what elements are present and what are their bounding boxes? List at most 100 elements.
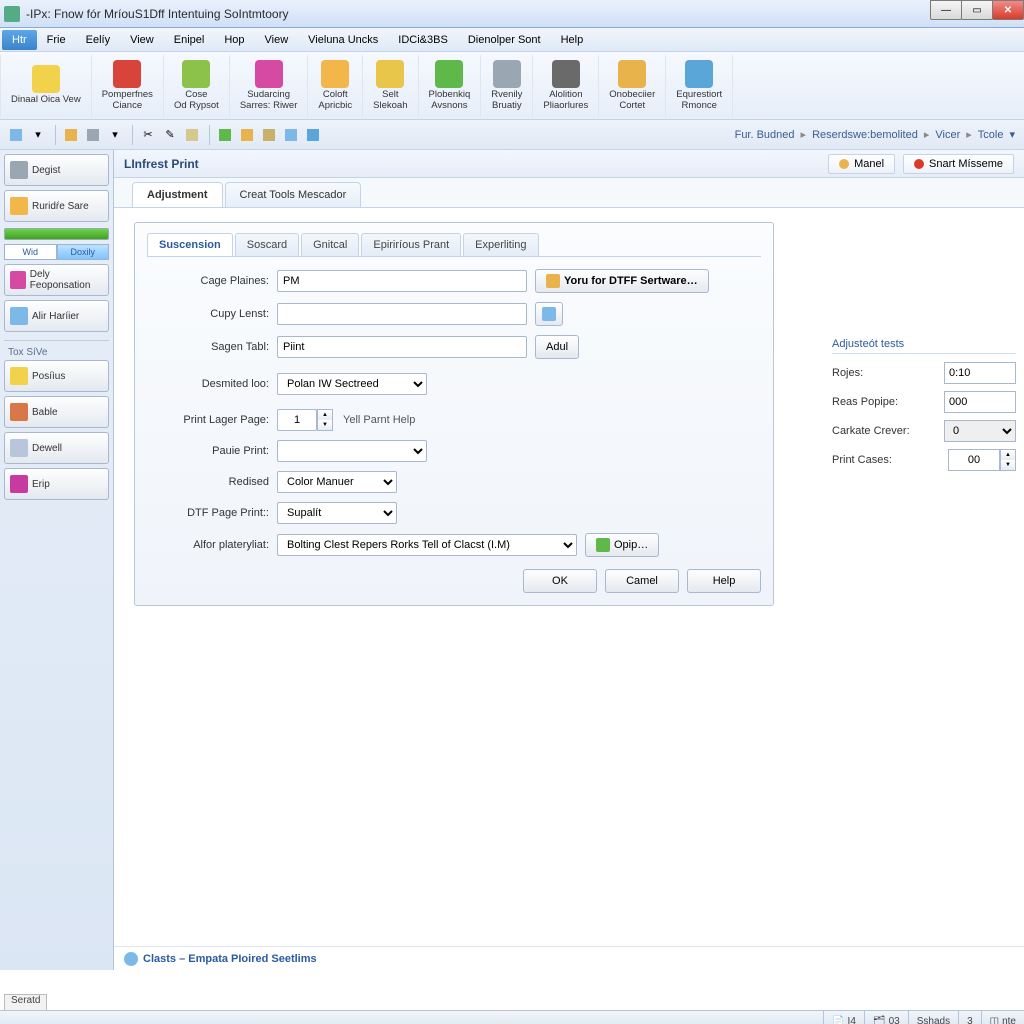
- breadcrumb-item[interactable]: Reserdswe:bemolited: [812, 129, 918, 141]
- menu-eelíy[interactable]: Eelíy: [76, 30, 120, 50]
- close-button[interactable]: ✕: [992, 0, 1024, 20]
- dtf-page-select[interactable]: Supalít: [277, 502, 397, 524]
- tab-creat-tools-mescador[interactable]: Creat Tools Mescador: [225, 182, 362, 207]
- desmited-select[interactable]: Polan IW Sectreed: [277, 373, 427, 395]
- ribbon-icon: [182, 60, 210, 88]
- page-title: LInfrest Print: [124, 157, 199, 171]
- menu-view[interactable]: View: [255, 30, 299, 50]
- add-button[interactable]: Adul: [535, 335, 579, 359]
- tb-icon-6[interactable]: [281, 125, 301, 145]
- tb-icon-4[interactable]: [182, 125, 202, 145]
- tb-icon-2[interactable]: [61, 125, 81, 145]
- statusbar-tab[interactable]: Seratd: [4, 994, 47, 1010]
- menu-hop[interactable]: Hop: [214, 30, 254, 50]
- tb-edit-icon[interactable]: ✎: [160, 125, 180, 145]
- menu-vieluna uncks[interactable]: Vieluna Uncks: [298, 30, 388, 50]
- sidebar-item-erip[interactable]: Erip: [4, 468, 109, 500]
- reas-label: Reas Popipe:: [832, 396, 944, 408]
- sidebar-item-ruridŕe-sare[interactable]: Ruridŕe Sare: [4, 190, 109, 222]
- ribbon-selt[interactable]: SeltSlekoah: [363, 55, 418, 117]
- dtff-software-button[interactable]: Yoru for DTFF Sertware…: [535, 269, 709, 293]
- ribbon-equrestiort[interactable]: EqurestiortRmonce: [666, 55, 733, 117]
- ribbon-rvenily[interactable]: RvenilyBruatiy: [481, 55, 533, 117]
- main-tabs: AdjustmentCreat Tools Mescador: [114, 178, 1024, 208]
- toggle-doxily[interactable]: Doxily: [57, 244, 110, 260]
- menu-enipel[interactable]: Enipel: [164, 30, 215, 50]
- alfor-select[interactable]: Bolting Clest Repers Rorks Tell of Clacs…: [277, 534, 577, 556]
- ribbon-dinaal-oica-vew[interactable]: Dinaal Oica Vew: [0, 55, 92, 117]
- sidebar-item-alir-haríier[interactable]: Alir Haríier: [4, 300, 109, 332]
- tb-icon-5[interactable]: [259, 125, 279, 145]
- subtab-epiriríous-prant[interactable]: Epiriríous Prant: [361, 233, 461, 256]
- tb-dropdown-icon-2[interactable]: ▾: [105, 125, 125, 145]
- ribbon-sudarcing[interactable]: SudarcingSarres: Riwer: [230, 55, 309, 117]
- sidebar-group-label: Tox SíVe: [4, 340, 109, 360]
- spin-down-icon[interactable]: ▼: [1001, 460, 1015, 470]
- spin-down-icon[interactable]: ▼: [318, 420, 332, 430]
- carkate-select[interactable]: 0: [944, 420, 1016, 442]
- menu-view[interactable]: View: [120, 30, 164, 50]
- key-icon: [546, 274, 560, 288]
- ribbon-alolition[interactable]: AlolitionPliaorlures: [533, 55, 599, 117]
- opip-button[interactable]: Opip…: [585, 533, 659, 557]
- subtab-gnitcal[interactable]: Gnitcal: [301, 233, 359, 256]
- chip-manel[interactable]: Manel: [828, 154, 895, 174]
- ribbon-cose[interactable]: CoseOd Rypsot: [164, 55, 230, 117]
- sidebar-item-dewell[interactable]: Dewell: [4, 432, 109, 464]
- menu-idci&3bs[interactable]: IDCi&3BS: [388, 30, 458, 50]
- ribbon-onobeciier[interactable]: OnobeciierCortet: [599, 55, 666, 117]
- tb-open-icon[interactable]: [237, 125, 257, 145]
- ribbon-coloft[interactable]: ColoftApricbic: [308, 55, 363, 117]
- tb-icon-1[interactable]: [6, 125, 26, 145]
- pauie-print-select[interactable]: [277, 440, 427, 462]
- content-statusbar: Clasts – Empata PIoired Seetlims: [114, 946, 1024, 970]
- tab-adjustment[interactable]: Adjustment: [132, 182, 223, 207]
- window-title: -IPx: Fnow fór MríouS1Dff Intentuing SoI…: [26, 7, 289, 21]
- cage-plaines-input[interactable]: [277, 270, 527, 292]
- menu-frie[interactable]: Frie: [37, 30, 76, 50]
- breadcrumb-item[interactable]: Tcole: [978, 129, 1004, 141]
- menu-dienolper sont[interactable]: Dienolper Sont: [458, 30, 551, 50]
- toggle-wid[interactable]: Wid: [4, 244, 57, 260]
- maximize-button[interactable]: ▭: [961, 0, 993, 20]
- form-area: SuscensionSoscardGnitcalEpiriríous Prant…: [114, 208, 824, 946]
- print-lager-spinner[interactable]: ▲▼: [277, 409, 333, 431]
- minimize-button[interactable]: —: [930, 0, 962, 20]
- spin-up-icon[interactable]: ▲: [1001, 450, 1015, 460]
- cupy-browse-button[interactable]: [535, 302, 563, 326]
- tb-folder-icon[interactable]: [215, 125, 235, 145]
- sidebar-item-posíìus[interactable]: Posíìus: [4, 360, 109, 392]
- rojes-input[interactable]: [944, 362, 1016, 384]
- tb-icon-3[interactable]: [83, 125, 103, 145]
- redised-select[interactable]: Color Manuer: [277, 471, 397, 493]
- sagen-tabl-input[interactable]: [277, 336, 527, 358]
- sidebar-item-bable[interactable]: Bable: [4, 396, 109, 428]
- spin-up-icon[interactable]: ▲: [318, 410, 332, 420]
- subtab-experliting[interactable]: Experliting: [463, 233, 538, 256]
- printcases-spinner[interactable]: ▲▼: [948, 449, 1016, 471]
- breadcrumb-dropdown-icon[interactable]: ▾: [1009, 128, 1015, 141]
- subtab-suscension[interactable]: Suscension: [147, 233, 233, 256]
- ribbon-plobenkiq[interactable]: PlobenkiqAvsnons: [419, 55, 482, 117]
- subtab-soscard[interactable]: Soscard: [235, 233, 299, 256]
- cancel-button[interactable]: Camel: [605, 569, 679, 593]
- ok-button[interactable]: OK: [523, 569, 597, 593]
- breadcrumb-item[interactable]: Fur. Budned: [735, 129, 795, 141]
- breadcrumb-item[interactable]: Vicer: [935, 129, 960, 141]
- cupy-lenst-input[interactable]: [277, 303, 527, 325]
- sidebar-item-dely-feoponsation[interactable]: Dely Feoponsation: [4, 264, 109, 296]
- alfor-label: Alfor plateryliat:: [147, 539, 277, 551]
- reas-input[interactable]: [944, 391, 1016, 413]
- ribbon-pomperfnes[interactable]: PomperfnesCiance: [92, 55, 164, 117]
- sidebar-item-icon: [10, 475, 28, 493]
- help-button[interactable]: Help: [687, 569, 761, 593]
- small-toolbar: ▾ ▾ ✂ ✎ Fur. Budned▸Reserdswe:bemolited▸…: [0, 120, 1024, 150]
- menu-help[interactable]: Help: [551, 30, 594, 50]
- menu-htr[interactable]: Htr: [2, 30, 37, 50]
- sidebar-header[interactable]: Degist: [4, 154, 109, 186]
- chip-snart[interactable]: Snart Mísseme: [903, 154, 1014, 174]
- tb-cut-icon[interactable]: ✂: [138, 125, 158, 145]
- tb-dropdown-icon[interactable]: ▾: [28, 125, 48, 145]
- page-header: LInfrest Print Manel Snart Mísseme: [114, 150, 1024, 178]
- tb-flask-icon[interactable]: [303, 125, 323, 145]
